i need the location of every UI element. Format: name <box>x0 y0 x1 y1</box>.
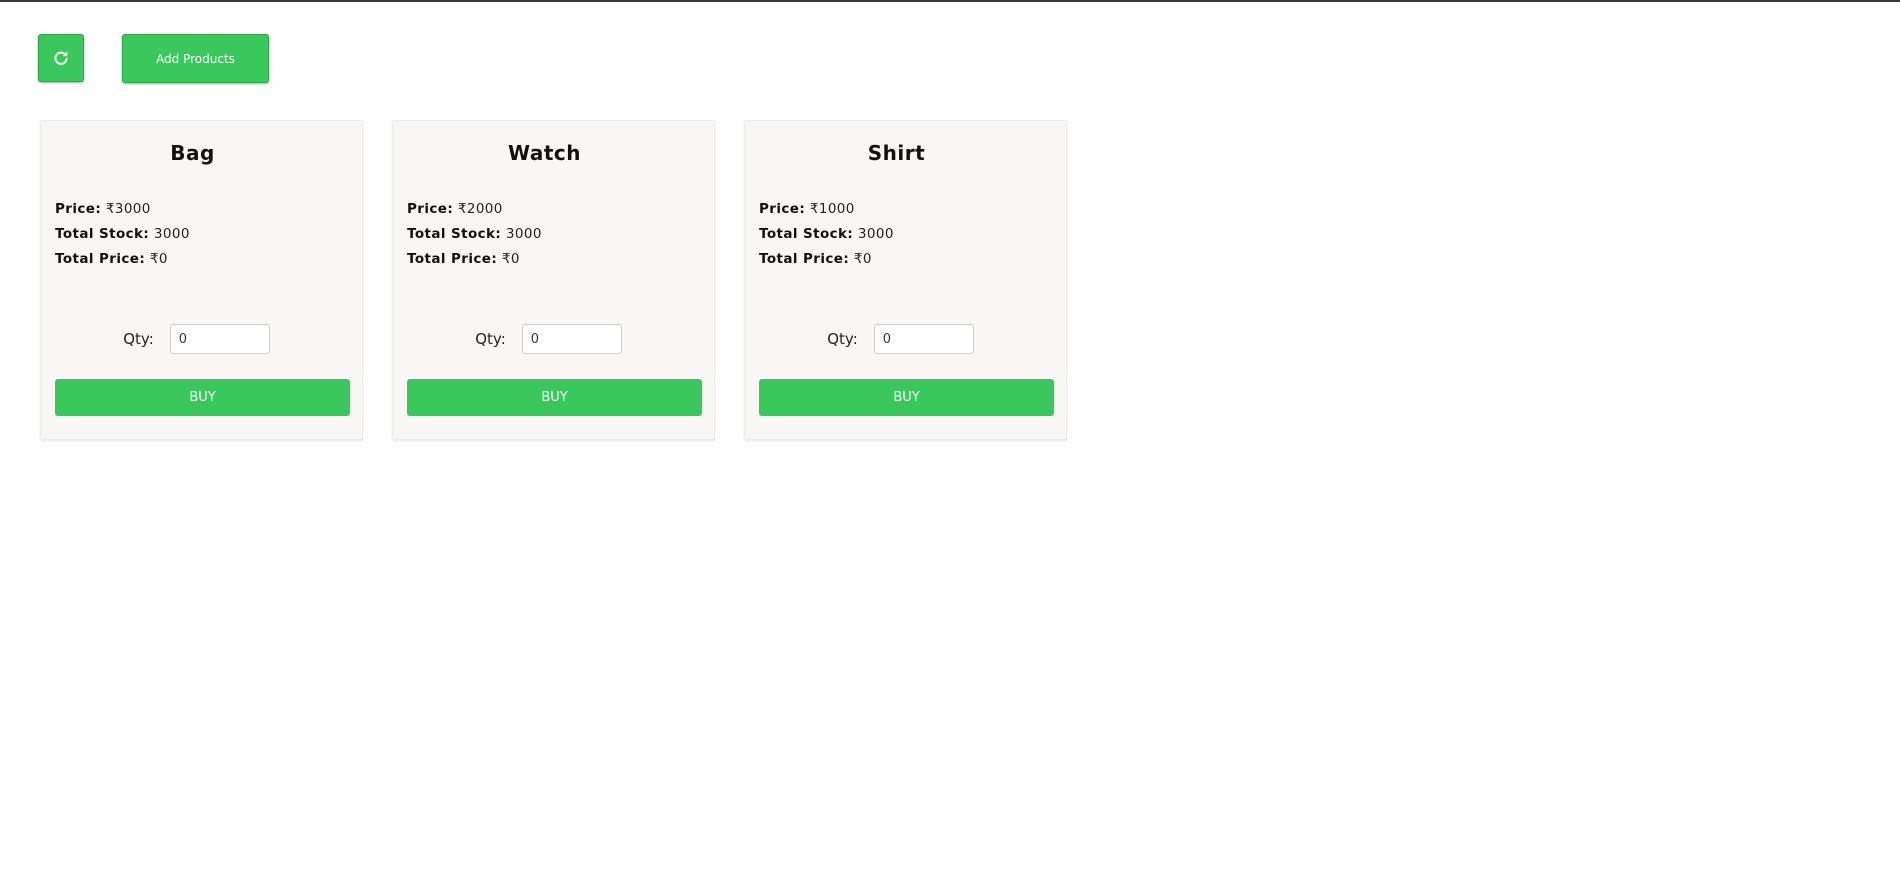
product-grid: Bag Price: ₹3000 Total Stock: 3000 Total… <box>40 120 1067 440</box>
price-label: Price: <box>407 201 454 217</box>
price-row: Price: ₹3000 <box>55 197 190 222</box>
total-stock-label: Total Stock: <box>759 226 854 242</box>
product-name: Shirt <box>867 141 926 165</box>
buy-button[interactable]: BUY <box>55 379 350 416</box>
qty-input[interactable] <box>521 324 622 354</box>
qty-row: Qty: <box>41 324 362 354</box>
product-info: Price: ₹1000 Total Stock: 3000 Total Pri… <box>759 197 894 272</box>
total-stock-label: Total Stock: <box>407 226 502 242</box>
total-stock-value: 3000 <box>505 226 542 242</box>
product-info: Price: ₹2000 Total Stock: 3000 Total Pri… <box>407 197 542 272</box>
buy-button[interactable]: BUY <box>407 379 702 416</box>
add-products-button[interactable]: Add Products <box>122 34 269 83</box>
price-value: ₹1000 <box>809 201 855 217</box>
price-label: Price: <box>759 201 806 217</box>
total-price-label: Total Price: <box>55 251 146 267</box>
top-border <box>0 0 1900 2</box>
qty-row: Qty: <box>745 324 1066 354</box>
product-card-shirt: Shirt Price: ₹1000 Total Stock: 3000 Tot… <box>744 120 1067 440</box>
stock-row: Total Stock: 3000 <box>55 222 190 247</box>
total-price-row: Total Price: ₹0 <box>407 247 542 272</box>
qty-row: Qty: <box>393 324 714 354</box>
price-row: Price: ₹2000 <box>407 197 542 222</box>
total-price-label: Total Price: <box>407 251 498 267</box>
total-price-value: ₹0 <box>853 251 872 267</box>
qty-input[interactable] <box>169 324 270 354</box>
total-price-label: Total Price: <box>759 251 850 267</box>
price-value: ₹3000 <box>105 201 151 217</box>
price-value: ₹2000 <box>457 201 503 217</box>
product-card-watch: Watch Price: ₹2000 Total Stock: 3000 Tot… <box>392 120 715 440</box>
total-stock-value: 3000 <box>153 226 190 242</box>
qty-label: Qty: <box>123 330 154 348</box>
total-price-row: Total Price: ₹0 <box>55 247 190 272</box>
total-stock-label: Total Stock: <box>55 226 150 242</box>
product-name: Bag <box>170 141 215 165</box>
buy-button[interactable]: BUY <box>759 379 1054 416</box>
total-stock-value: 3000 <box>857 226 894 242</box>
total-price-value: ₹0 <box>501 251 520 267</box>
price-row: Price: ₹1000 <box>759 197 894 222</box>
stock-row: Total Stock: 3000 <box>407 222 542 247</box>
stock-row: Total Stock: 3000 <box>759 222 894 247</box>
product-info: Price: ₹3000 Total Stock: 3000 Total Pri… <box>55 197 190 272</box>
qty-input[interactable] <box>873 324 974 354</box>
price-label: Price: <box>55 201 102 217</box>
refresh-icon <box>54 51 68 65</box>
qty-label: Qty: <box>827 330 858 348</box>
total-price-row: Total Price: ₹0 <box>759 247 894 272</box>
product-name: Watch <box>508 141 581 165</box>
total-price-value: ₹0 <box>149 251 168 267</box>
product-card-bag: Bag Price: ₹3000 Total Stock: 3000 Total… <box>40 120 363 440</box>
refresh-button[interactable] <box>38 34 84 82</box>
qty-label: Qty: <box>475 330 506 348</box>
